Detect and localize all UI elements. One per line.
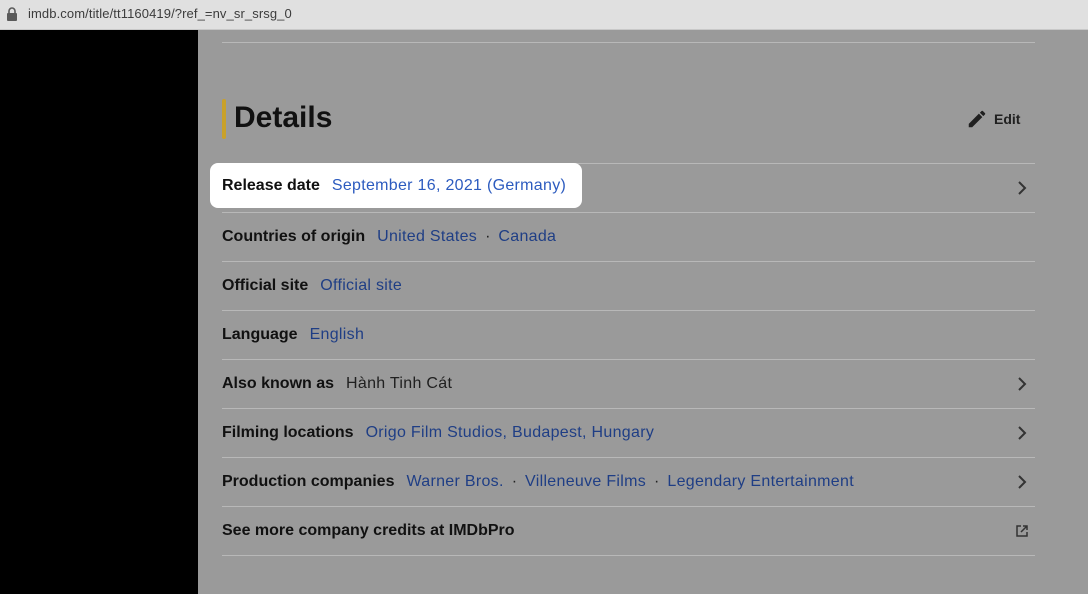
edit-button[interactable]: Edit xyxy=(966,106,1020,132)
details-list: Countries of origin United States · Cana… xyxy=(222,163,1035,556)
top-divider xyxy=(222,42,1035,43)
external-link-icon[interactable] xyxy=(1015,524,1029,538)
url-text[interactable]: imdb.com/title/tt1160419/?ref_=nv_sr_srs… xyxy=(28,6,292,21)
language-link-english[interactable]: English xyxy=(310,326,365,344)
official-site-link[interactable]: Official site xyxy=(320,277,402,295)
aka-label: Also known as xyxy=(222,375,335,392)
imdbpro-link[interactable]: See more company credits at IMDbPro xyxy=(222,522,515,540)
filming-label: Filming locations xyxy=(222,424,354,441)
separator-dot: · xyxy=(485,228,491,245)
pencil-icon xyxy=(968,110,986,128)
lock-icon xyxy=(7,7,17,21)
chevron-right-icon[interactable] xyxy=(1015,425,1029,441)
company-link-warner-bros[interactable]: Warner Bros. xyxy=(406,473,503,491)
row-filming-locations[interactable]: Filming locations Origo Film Studios, Bu… xyxy=(222,408,1035,457)
section-title: Details xyxy=(234,101,333,134)
official-site-label: Official site xyxy=(222,277,309,294)
chevron-right-icon[interactable] xyxy=(1015,180,1029,196)
row-official-site: Official site Official site xyxy=(222,261,1035,310)
country-link-united-states[interactable]: United States xyxy=(377,228,477,246)
language-label: Language xyxy=(222,326,298,343)
release-date-label: Release date xyxy=(222,176,320,194)
row-production-companies[interactable]: Production companies Warner Bros. · Vill… xyxy=(222,457,1035,506)
countries-label: Countries of origin xyxy=(222,228,366,245)
row-imdbpro-credits[interactable]: See more company credits at IMDbPro xyxy=(222,506,1035,556)
filming-location-link[interactable]: Origo Film Studios, Budapest, Hungary xyxy=(366,424,655,442)
chevron-right-icon[interactable] xyxy=(1015,474,1029,490)
left-black-panel xyxy=(0,30,198,594)
aka-value: Hành Tinh Cát xyxy=(346,375,453,392)
country-link-canada[interactable]: Canada xyxy=(498,228,556,246)
separator-dot: · xyxy=(511,473,518,490)
row-countries-of-origin: Countries of origin United States · Cana… xyxy=(222,212,1035,261)
separator-dot: · xyxy=(654,473,660,490)
chevron-right-icon[interactable] xyxy=(1015,376,1029,392)
release-date-link[interactable]: September 16, 2021 (Germany) xyxy=(332,177,566,195)
title-accent-bar xyxy=(222,99,226,139)
edit-label: Edit xyxy=(994,111,1021,127)
release-date-highlight[interactable]: Release date September 16, 2021 (Germany… xyxy=(210,163,582,208)
companies-label: Production companies xyxy=(222,473,395,490)
browser-address-bar[interactable]: imdb.com/title/tt1160419/?ref_=nv_sr_srs… xyxy=(0,0,1088,30)
row-also-known-as[interactable]: Also known as Hành Tinh Cát xyxy=(222,359,1035,408)
company-link-villeneuve-films[interactable]: Villeneuve Films xyxy=(525,473,646,491)
row-language: Language English xyxy=(222,310,1035,359)
company-link-legendary[interactable]: Legendary Entertainment xyxy=(667,473,854,491)
